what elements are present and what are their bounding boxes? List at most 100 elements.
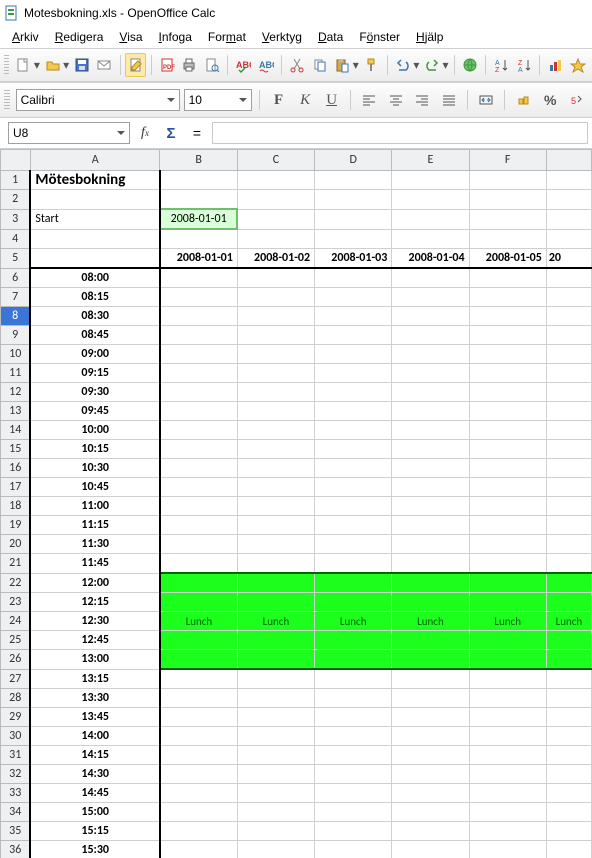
cell[interactable] <box>546 288 591 307</box>
cell[interactable] <box>392 784 469 803</box>
cell[interactable]: 12:00 <box>30 573 160 593</box>
cell[interactable] <box>237 746 314 765</box>
cell[interactable] <box>392 803 469 822</box>
cell[interactable] <box>469 268 546 288</box>
cell[interactable] <box>392 421 469 440</box>
cell[interactable] <box>160 822 237 841</box>
cell[interactable] <box>546 727 591 746</box>
cell[interactable] <box>392 535 469 554</box>
cell[interactable] <box>237 440 314 459</box>
row-header[interactable]: 33 <box>1 784 31 803</box>
cell[interactable] <box>469 364 546 383</box>
sort-asc-icon[interactable]: AZ <box>491 53 512 77</box>
cell[interactable] <box>160 421 237 440</box>
cell[interactable] <box>469 708 546 727</box>
print-icon[interactable] <box>179 53 200 77</box>
cell[interactable] <box>546 383 591 402</box>
cell[interactable] <box>315 573 392 593</box>
cell[interactable] <box>315 516 392 535</box>
select-all-corner[interactable] <box>1 150 31 171</box>
redo-dropdown[interactable]: ▾ <box>442 54 449 76</box>
cell[interactable] <box>546 190 591 210</box>
format-brush-icon[interactable] <box>361 53 382 77</box>
cell[interactable] <box>392 516 469 535</box>
cell[interactable] <box>469 631 546 650</box>
cell[interactable]: 11:30 <box>30 535 160 554</box>
cell[interactable] <box>315 478 392 497</box>
menu-visa[interactable]: Visa <box>111 28 150 46</box>
cell[interactable] <box>392 171 469 190</box>
cell[interactable] <box>160 497 237 516</box>
toolbar-grip[interactable] <box>4 55 9 75</box>
cell[interactable] <box>546 803 591 822</box>
new-dropdown[interactable]: ▾ <box>34 54 41 76</box>
menu-arkiv[interactable]: Arkiv <box>4 28 47 46</box>
cell[interactable] <box>469 402 546 421</box>
column-header[interactable]: A <box>30 150 160 171</box>
cell[interactable] <box>237 593 314 612</box>
cell[interactable] <box>392 841 469 858</box>
cell[interactable] <box>237 345 314 364</box>
cell[interactable] <box>469 497 546 516</box>
cell[interactable]: 10:30 <box>30 459 160 478</box>
cell[interactable] <box>546 478 591 497</box>
cell[interactable] <box>392 746 469 765</box>
row-header[interactable]: 34 <box>1 803 31 822</box>
align-center-icon[interactable] <box>384 88 407 112</box>
row-header[interactable]: 25 <box>1 631 31 650</box>
cell[interactable] <box>469 841 546 858</box>
cell[interactable] <box>392 497 469 516</box>
cell[interactable] <box>392 364 469 383</box>
cell[interactable] <box>237 421 314 440</box>
column-header[interactable]: F <box>469 150 546 171</box>
cell[interactable] <box>237 535 314 554</box>
cell[interactable] <box>160 440 237 459</box>
cell[interactable] <box>546 765 591 784</box>
cell[interactable] <box>469 288 546 307</box>
cell[interactable] <box>237 229 314 249</box>
cell[interactable] <box>469 669 546 689</box>
row-header[interactable]: 8 <box>1 307 31 326</box>
align-justify-icon[interactable] <box>437 88 460 112</box>
row-header[interactable]: 10 <box>1 345 31 364</box>
cell[interactable] <box>469 650 546 670</box>
cell[interactable] <box>315 593 392 612</box>
cell[interactable]: 15:15 <box>30 822 160 841</box>
cell[interactable] <box>160 689 237 708</box>
cell[interactable]: Lunch <box>392 612 469 631</box>
row-header[interactable]: 19 <box>1 516 31 535</box>
cell[interactable] <box>546 784 591 803</box>
cell[interactable] <box>469 689 546 708</box>
cell[interactable]: 15:30 <box>30 841 160 858</box>
row-header[interactable]: 14 <box>1 421 31 440</box>
cell[interactable] <box>315 746 392 765</box>
cell[interactable] <box>392 440 469 459</box>
cell[interactable] <box>315 631 392 650</box>
cell[interactable] <box>315 765 392 784</box>
row-header[interactable]: 31 <box>1 746 31 765</box>
cell[interactable] <box>546 822 591 841</box>
cell[interactable] <box>237 364 314 383</box>
cell[interactable] <box>315 822 392 841</box>
cell[interactable] <box>315 497 392 516</box>
cell[interactable] <box>469 593 546 612</box>
cell[interactable]: 11:45 <box>30 554 160 574</box>
row-header[interactable]: 22 <box>1 573 31 593</box>
cell[interactable] <box>315 383 392 402</box>
cell[interactable] <box>237 171 314 190</box>
cell[interactable] <box>315 229 392 249</box>
cell[interactable] <box>237 209 314 229</box>
column-header[interactable]: D <box>315 150 392 171</box>
cell[interactable] <box>546 421 591 440</box>
cell[interactable] <box>315 268 392 288</box>
cell[interactable] <box>469 171 546 190</box>
cell[interactable] <box>546 573 591 593</box>
cell[interactable] <box>546 746 591 765</box>
cell[interactable] <box>469 822 546 841</box>
cell[interactable]: 14:00 <box>30 727 160 746</box>
row-header[interactable]: 27 <box>1 669 31 689</box>
cell[interactable] <box>546 209 591 229</box>
cell[interactable] <box>469 326 546 345</box>
cell[interactable] <box>160 383 237 402</box>
column-header[interactable]: E <box>392 150 469 171</box>
